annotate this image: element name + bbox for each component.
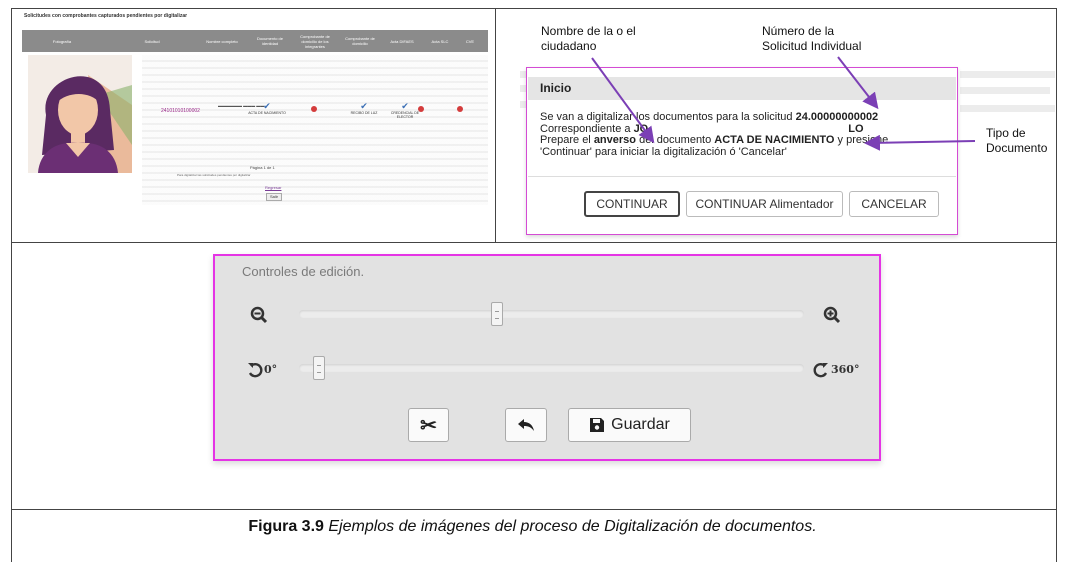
undo-button[interactable]: [505, 408, 547, 442]
save-button-label: Guardar: [611, 416, 670, 433]
figure-caption: Figura 3.9 Ejemplos de imágenes del proc…: [0, 518, 1065, 536]
save-button[interactable]: Guardar: [568, 408, 691, 442]
arrow-doc-type: [864, 134, 976, 151]
rotation-slider-handle[interactable]: [313, 356, 325, 380]
rotate-left-label: 0°: [264, 363, 278, 376]
rotate-right-label: 360°: [831, 363, 860, 376]
rotate-right-icon[interactable]: [813, 362, 829, 383]
figure-caption-text: Ejemplos de imágenes del proceso de Digi…: [323, 518, 817, 535]
zoom-slider-handle[interactable]: [491, 302, 504, 326]
arrow-citizen-name: [591, 57, 655, 144]
rotate-left-icon[interactable]: [247, 362, 263, 383]
zoom-out-icon[interactable]: [250, 306, 268, 329]
edit-controls-panel: Controles de edición. 0° 360° ✂ Guardar: [213, 254, 881, 461]
edit-controls-caption: Controles de edición.: [242, 264, 365, 279]
rotation-slider-track[interactable]: [299, 364, 804, 372]
undo-icon: [518, 419, 534, 431]
floppy-disk-icon: [590, 418, 605, 432]
arrow-request-number: [837, 56, 879, 110]
zoom-in-icon[interactable]: [823, 306, 841, 329]
figure-caption-label: Figura 3.9: [248, 518, 324, 535]
scissors-icon: ✂: [420, 414, 437, 437]
crop-button[interactable]: ✂: [408, 408, 449, 442]
zoom-slider-track[interactable]: [299, 310, 804, 318]
